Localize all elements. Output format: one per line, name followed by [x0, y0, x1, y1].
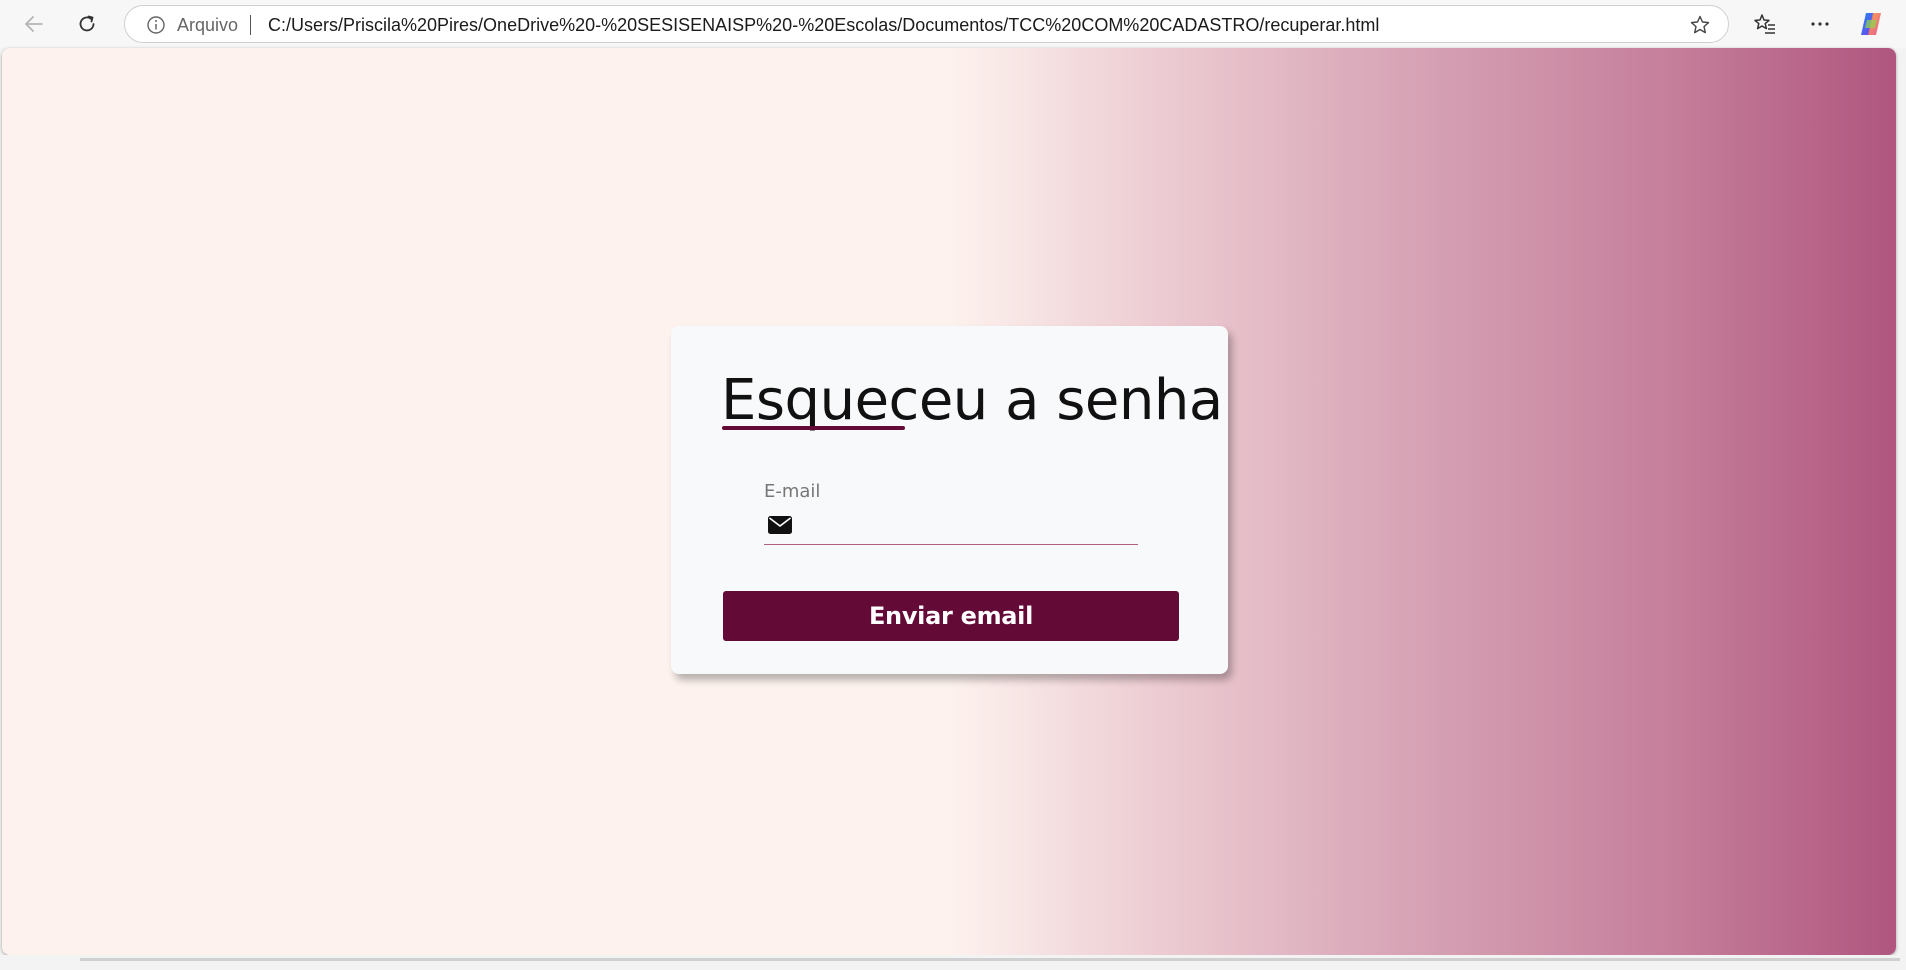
copilot-button[interactable]	[1853, 6, 1889, 42]
page-viewport: Esqueceu a senha E-mail	[2, 48, 1896, 955]
favorites-button[interactable]	[1747, 6, 1783, 42]
site-info-label[interactable]: Arquivo	[177, 6, 238, 44]
email-input[interactable]	[800, 511, 1134, 545]
email-label: E-mail	[764, 481, 821, 502]
back-button[interactable]	[16, 6, 52, 42]
window-scroll-track	[80, 958, 1900, 961]
copilot-icon	[1861, 13, 1881, 35]
more-button[interactable]	[1802, 6, 1838, 42]
url-text[interactable]: C:/Users/Priscila%20Pires/OneDrive%20-%2…	[268, 6, 1379, 44]
email-field-wrapper	[764, 511, 1138, 545]
send-email-button[interactable]: Enviar email	[723, 591, 1179, 641]
title-underline	[722, 426, 905, 430]
star-icon[interactable]	[1689, 14, 1711, 36]
reload-button[interactable]	[69, 6, 105, 42]
favorites-icon	[1754, 14, 1775, 34]
page-title: Esqueceu a senha	[721, 368, 1223, 433]
reload-icon	[79, 15, 95, 32]
back-arrow-icon	[25, 16, 43, 32]
more-icon	[1811, 22, 1829, 26]
address-divider	[250, 15, 251, 35]
address-bar[interactable]: Arquivo C:/Users/Priscila%20Pires/OneDri…	[124, 5, 1729, 43]
browser-toolbar: Arquivo C:/Users/Priscila%20Pires/OneDri…	[0, 0, 1906, 48]
envelope-icon	[768, 516, 792, 534]
info-icon[interactable]	[146, 15, 166, 35]
